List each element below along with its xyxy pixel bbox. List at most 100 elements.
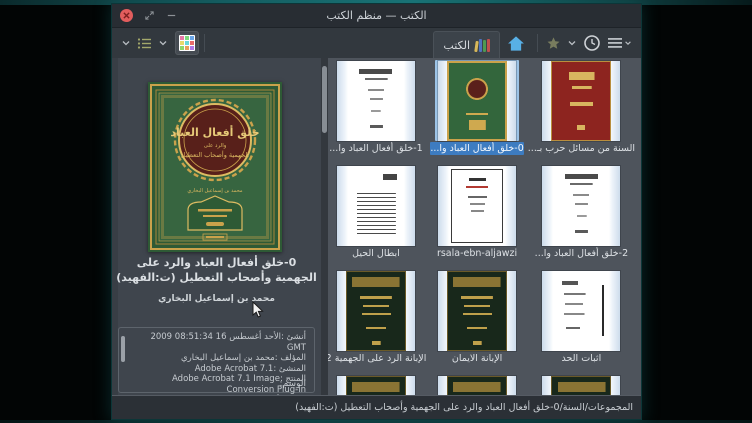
- book-thumbnail-zone: [539, 165, 623, 246]
- book-thumbnail: [337, 166, 415, 246]
- metadata-line: أنشئ :الأحد أغسطس 16 08:51:34 2009 GMT: [129, 332, 306, 353]
- book-item-label: اثبات الحد: [528, 352, 635, 365]
- close-icon: [123, 12, 130, 19]
- hamburger-menu-icon: [607, 36, 623, 50]
- grid-view-button[interactable]: [175, 31, 199, 55]
- book-thumbnail-zone: [435, 165, 519, 246]
- grid-view-icon: [179, 35, 195, 51]
- book-thumbnail-zone: [334, 375, 418, 395]
- book-item[interactable]: الإبانة الايمان: [430, 270, 523, 365]
- favorites-dropdown[interactable]: [564, 31, 580, 55]
- book-item[interactable]: [430, 375, 523, 395]
- book-item[interactable]: [528, 375, 635, 395]
- chevron-down-icon: [624, 39, 632, 47]
- book-item[interactable]: 2-خلق أفعال العباد وا...: [528, 165, 635, 260]
- book-item-label: rsala-ebn-aljawzi: [430, 247, 523, 260]
- book-thumbnail: [438, 61, 516, 141]
- book-item[interactable]: [328, 375, 426, 395]
- list-view-icon: [137, 37, 152, 50]
- main-area: خلق أفعال العباد والرد على الجهمية وأصحا…: [112, 58, 641, 395]
- book-item-label: الإبانة الرد على الجهمية 2: [328, 352, 426, 365]
- tab-books[interactable]: الكتب: [433, 31, 500, 58]
- book-item[interactable]: 0-خلق أفعال العباد وا...: [430, 60, 523, 155]
- book-item[interactable]: rsala-ebn-aljawzi: [430, 165, 523, 260]
- metadata-line: المنشئ :Adobe Acrobat 7.1: [129, 364, 306, 375]
- book-thumbnail-zone: [435, 270, 519, 351]
- book-thumbnail-zone: [334, 60, 418, 141]
- preview-pane: خلق أفعال العباد والرد على الجهمية وأصحا…: [112, 58, 321, 395]
- toolbar-separator: [537, 34, 538, 52]
- mouse-cursor: [252, 301, 264, 319]
- app-window: الكتب — منظم الكتب: [112, 4, 641, 419]
- book-thumbnail-zone: [539, 375, 623, 395]
- preview-book-title: 0-خلق أفعال العباد والرد على الجهمية وأص…: [116, 255, 317, 285]
- book-thumbnail: [438, 376, 516, 395]
- cover-medallion-line3: الجهمية وأصحاب التعطيل: [181, 150, 249, 159]
- restore-icon[interactable]: [144, 10, 155, 21]
- books-grid: السنة من مسائل حرب بـ... 0-خلق أفعال الع…: [328, 58, 641, 395]
- book-thumbnail-zone: [435, 60, 519, 141]
- tab-books-label: الكتب: [443, 39, 470, 52]
- window-controls: [112, 9, 177, 22]
- book-item[interactable]: 1-خلق أفعال العباد وا...: [328, 60, 426, 155]
- book-item[interactable]: السنة من مسائل حرب بـ...: [528, 60, 635, 155]
- grid-scrollbar-track[interactable]: [321, 58, 328, 395]
- statusbar-path: المجموعات/السنة/0-خلق أفعال العباد والرد…: [295, 402, 633, 413]
- metadata-line: المؤلف :محمد بن إسماعيل البخاري: [129, 353, 306, 364]
- sort-dropdown-button[interactable]: [118, 31, 134, 55]
- book-thumbnail: [337, 271, 415, 351]
- book-item-label: الإبانة الايمان: [430, 352, 523, 365]
- book-thumbnail: [438, 166, 516, 246]
- book-item[interactable]: ابطال الحيل: [328, 165, 426, 260]
- book-thumbnail-zone: [539, 60, 623, 141]
- toolbar: الكتب: [112, 28, 641, 58]
- book-cover-preview[interactable]: خلق أفعال العباد والرد على الجهمية وأصحا…: [148, 82, 282, 252]
- book-item-label: 1-خلق أفعال العباد وا...: [328, 142, 426, 155]
- book-thumbnail: [337, 61, 415, 141]
- window-title: الكتب — منظم الكتب: [112, 9, 641, 22]
- book-item-label: ابطال الحيل: [328, 247, 426, 260]
- metadata-scrollbar[interactable]: [121, 336, 125, 362]
- book-item-label: السنة من مسائل حرب بـ...: [528, 142, 635, 155]
- book-item-label: 2-خلق أفعال العباد وا...: [528, 247, 635, 260]
- books-icon: [475, 39, 490, 52]
- tag-label: الوسم:: [280, 379, 306, 389]
- close-button[interactable]: [120, 9, 133, 22]
- book-thumbnail: [542, 61, 620, 141]
- book-thumbnail: [542, 166, 620, 246]
- cover-medallion-line2: والرد على: [204, 143, 227, 149]
- chevron-down-icon: [121, 38, 131, 48]
- list-view-button[interactable]: [134, 31, 155, 55]
- minimize-icon[interactable]: [166, 10, 177, 21]
- chevron-down-icon: [567, 38, 577, 48]
- book-thumbnail-zone: [435, 375, 519, 395]
- book-item[interactable]: اثبات الحد: [528, 270, 635, 365]
- book-item-label: 0-خلق أفعال العباد وا...: [430, 142, 523, 155]
- metadata-box: أنشئ :الأحد أغسطس 16 08:51:34 2009 GMTال…: [118, 327, 315, 393]
- grid-scrollbar-thumb[interactable]: [322, 66, 327, 133]
- book-thumbnail-zone: [334, 165, 418, 246]
- cover-medallion-title: خلق أفعال العباد: [170, 125, 259, 139]
- menu-button[interactable]: [604, 31, 635, 55]
- book-thumbnail: [337, 376, 415, 395]
- book-thumbnail: [542, 271, 620, 351]
- statusbar: المجموعات/السنة/0-خلق أفعال العباد والرد…: [112, 395, 641, 419]
- star-icon: [546, 36, 561, 51]
- home-button[interactable]: [506, 34, 526, 53]
- titlebar[interactable]: الكتب — منظم الكتب: [112, 4, 641, 28]
- preview-book-author: محمد بن إسماعيل البخاري: [116, 294, 317, 304]
- view-options-dropdown[interactable]: [155, 31, 171, 55]
- toolbar-right: الكتب: [433, 28, 635, 58]
- book-thumbnail-zone: [334, 270, 418, 351]
- clock-icon: [583, 34, 601, 52]
- book-thumbnail-zone: [539, 270, 623, 351]
- book-cover-image: خلق أفعال العباد والرد على الجهمية وأصحا…: [148, 82, 282, 252]
- cover-author-line: محمد بن إسماعيل البخاري: [187, 188, 242, 194]
- book-thumbnail: [542, 376, 620, 395]
- chevron-down-icon: [158, 38, 168, 48]
- history-button[interactable]: [580, 31, 604, 55]
- toolbar-separator: [204, 34, 205, 52]
- book-item[interactable]: الإبانة الرد على الجهمية 2: [328, 270, 426, 365]
- home-icon: [506, 34, 526, 53]
- favorites-button[interactable]: [543, 31, 564, 55]
